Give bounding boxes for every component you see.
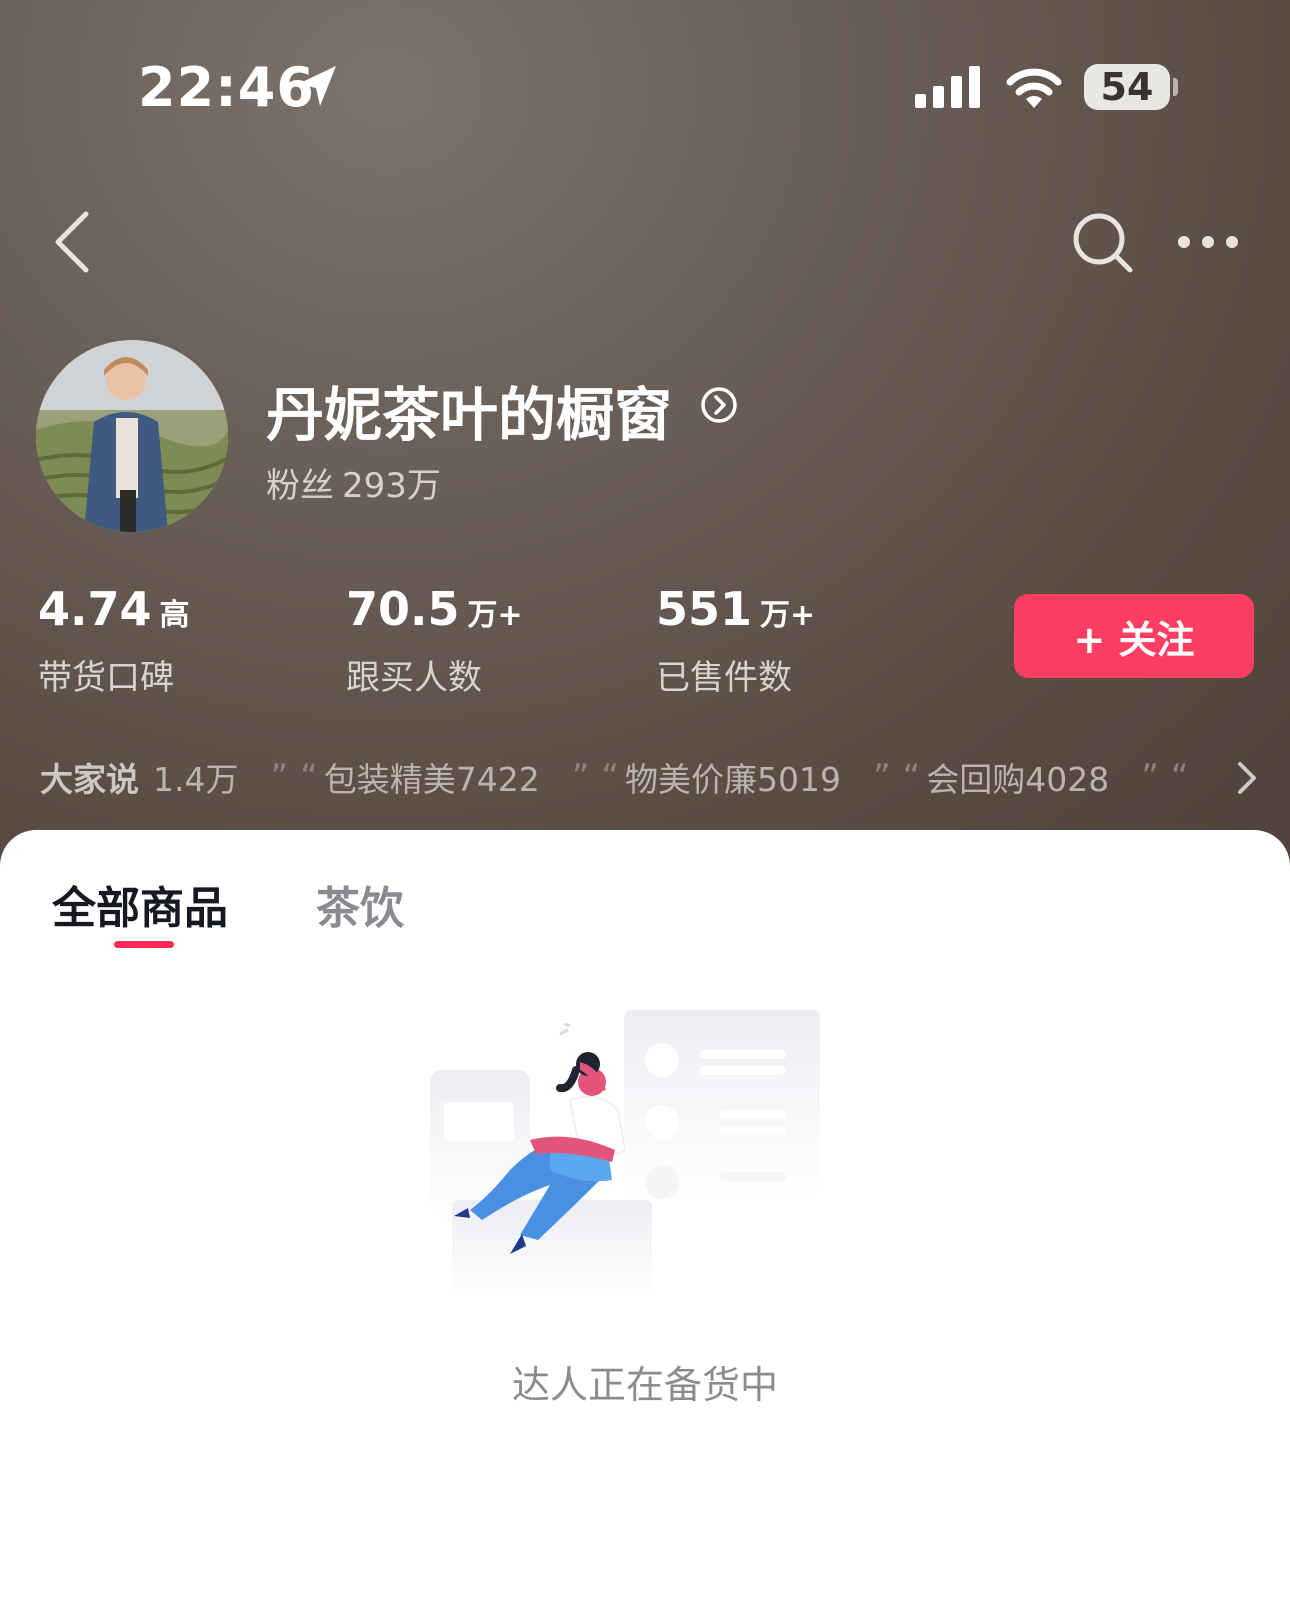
quote-close-icon: ” [571, 757, 590, 797]
stat-label: 跟买人数 [346, 658, 482, 698]
stat-value: 551 [656, 582, 753, 636]
chevron-right-icon[interactable] [1236, 760, 1258, 796]
fans-label: 粉丝 [266, 466, 334, 506]
avatar-photo [36, 340, 228, 532]
fans-value: 293万 [342, 466, 441, 506]
search-icon[interactable] [1072, 212, 1136, 276]
review-tag[interactable]: 物美价廉5019 [625, 753, 841, 801]
location-arrow-icon [298, 66, 336, 106]
chevron-right-circle-icon[interactable] [700, 386, 738, 424]
tab-active-indicator [114, 941, 174, 948]
quote-open-icon: “ [300, 757, 318, 797]
tab-tea-drinks[interactable]: 茶饮 [316, 872, 404, 936]
reviews-strip[interactable]: 大家说 1.4万 ” “ 包装精美7422 ” “ 物美价廉5019 ” “ 会回购4… [40, 752, 1240, 802]
empty-state-illustration [430, 1010, 820, 1300]
fans-count: 粉丝 293万 [266, 458, 441, 507]
quote-close-icon: ” [872, 757, 891, 797]
quote-open-icon: “ [902, 757, 921, 797]
battery-cap [1173, 78, 1178, 96]
stat-buyers[interactable]: 70.5 万+ 跟买人数 [346, 582, 523, 699]
stat-label: 带货口碑 [38, 658, 174, 698]
quote-open-icon: “ [601, 757, 619, 797]
tab-all-products[interactable]: 全部商品 [52, 872, 228, 936]
review-tag[interactable]: 1.4万 [153, 753, 238, 801]
stat-value: 70.5 [346, 582, 460, 636]
quote-close-icon: ” [1141, 757, 1159, 797]
status-time: 22:46 [138, 56, 315, 119]
stat-reputation[interactable]: 4.74 高 带货口碑 [38, 582, 190, 699]
quote-close-icon: ” [270, 757, 289, 797]
chevron-left-icon[interactable] [50, 210, 94, 274]
stat-value: 4.74 [38, 582, 152, 636]
more-dots-icon[interactable] [1178, 236, 1238, 248]
battery-indicator: 54 [1084, 64, 1170, 110]
shop-header: 22:46 54 丹妮茶叶的橱窗 粉丝 293万 4.74 高 带货口碑 70.… [0, 0, 1290, 880]
review-tag[interactable]: 会回购4028 [926, 753, 1109, 801]
wifi-icon [1006, 68, 1062, 108]
review-tag[interactable]: 包装精美7422 [324, 753, 540, 801]
stat-sold[interactable]: 551 万+ 已售件数 [656, 582, 815, 699]
cellular-signal-icon [915, 66, 980, 108]
stat-label: 已售件数 [656, 658, 792, 698]
quote-open-icon: “ [1170, 757, 1189, 797]
empty-state-message: 达人正在备货中 [511, 1363, 778, 1407]
stat-unit: 高 [159, 598, 190, 633]
shop-avatar[interactable] [36, 340, 228, 532]
stat-unit: 万+ [467, 598, 523, 633]
stat-unit: 万+ [760, 598, 816, 633]
reviews-heading: 大家说 [40, 760, 139, 799]
follow-button[interactable]: + 关注 [1014, 594, 1254, 678]
shop-name[interactable]: 丹妮茶叶的橱窗 [266, 368, 672, 452]
